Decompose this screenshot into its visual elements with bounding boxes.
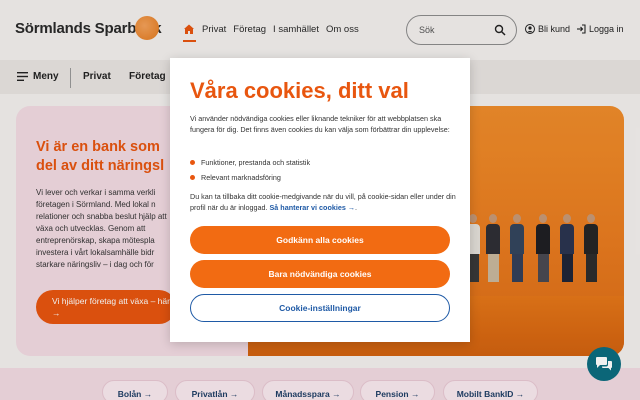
- list-item-label: Funktioner, prestanda och statistik: [201, 158, 311, 167]
- bullet-icon: [190, 160, 195, 165]
- cookie-policy-link[interactable]: Så hanterar vi cookies →: [270, 203, 356, 212]
- cookie-purpose-list: Funktioner, prestanda och statistik Rele…: [190, 155, 310, 185]
- cookie-settings-button[interactable]: Cookie-inställningar: [190, 294, 450, 322]
- cookie-dialog-withdraw-text: Du kan ta tillbaka ditt cookie-medgivand…: [190, 192, 456, 213]
- cookie-dialog-title: Våra cookies, ditt val: [190, 78, 409, 103]
- cookie-dialog-intro: Vi använder nödvändiga cookies eller lik…: [190, 114, 450, 135]
- cookie-consent-dialog: Våra cookies, ditt val Vi använder nödvä…: [170, 58, 470, 342]
- arrow-right-icon: →: [347, 203, 356, 213]
- list-item-label: Relevant marknadsföring: [201, 173, 281, 182]
- bullet-icon: [190, 175, 195, 180]
- necessary-cookies-only-button[interactable]: Bara nödvändiga cookies: [190, 260, 450, 288]
- accept-all-cookies-button[interactable]: Godkänn alla cookies: [190, 226, 450, 254]
- cookie-policy-link-label: Så hanterar vi cookies: [269, 203, 346, 213]
- list-item: Funktioner, prestanda och statistik: [190, 155, 310, 170]
- list-item: Relevant marknadsföring: [190, 170, 310, 185]
